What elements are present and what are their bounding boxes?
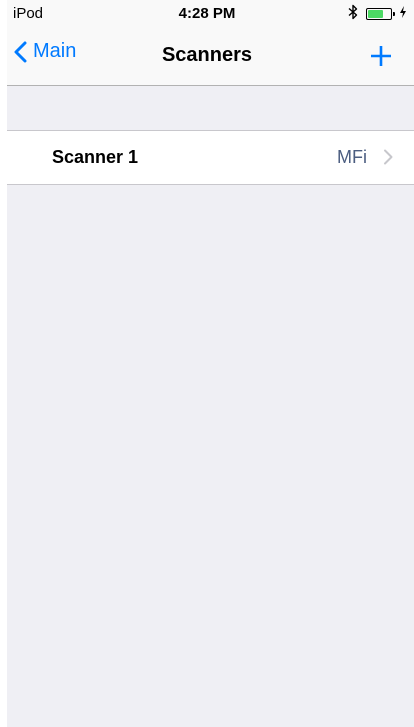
scanner-name: Scanner 1 xyxy=(52,147,139,167)
chevron-left-icon xyxy=(14,41,27,62)
battery-level xyxy=(368,10,384,18)
status-indicators xyxy=(348,4,406,25)
scanner-list-item[interactable]: Scanner 1 MFi xyxy=(0,130,414,185)
charging-bolt-icon xyxy=(400,5,406,23)
status-bar: iPod 4:28 PM xyxy=(0,0,414,28)
navigation-bar: Main Scanners xyxy=(0,28,414,86)
scanner-type: MFi xyxy=(337,147,367,167)
chevron-right-icon xyxy=(384,149,393,165)
left-edge-strip xyxy=(0,0,7,727)
plus-icon xyxy=(371,46,391,66)
battery-tip xyxy=(393,12,395,16)
battery-icon xyxy=(366,8,395,20)
scanners-screen: iPod 4:28 PM Main Scanners Scanner 1 MFi xyxy=(0,0,414,727)
add-scanner-button[interactable] xyxy=(370,45,392,67)
top-bar: iPod 4:28 PM Main Scanners xyxy=(0,0,414,86)
back-button[interactable]: Main xyxy=(14,40,76,63)
back-button-label: Main xyxy=(33,40,77,62)
bluetooth-icon xyxy=(348,4,358,25)
